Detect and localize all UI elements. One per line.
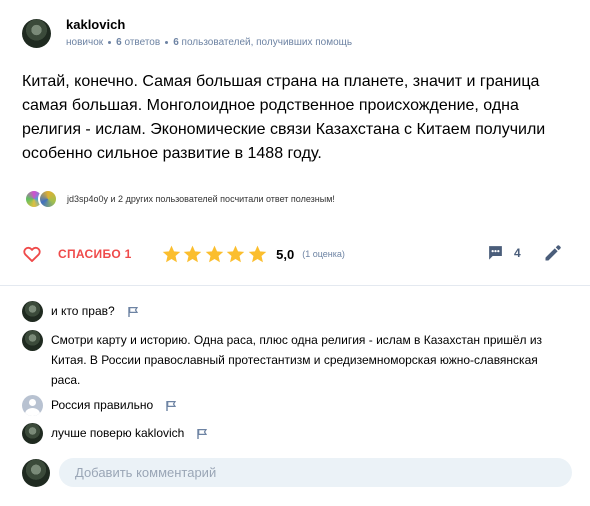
thanked-row: jd3sp4o0y и 2 других пользователей посчи… (24, 189, 335, 209)
author-rank: новичок (66, 37, 104, 48)
pencil-icon[interactable] (543, 243, 563, 263)
author-meta: kaklovich новичок 6 ответов 6 пользователе… (66, 17, 352, 50)
comment-body: Россия правильно (51, 395, 177, 415)
rating-stars[interactable] (161, 244, 269, 265)
author-avatar[interactable] (22, 19, 51, 48)
rating-count: (1 оценка) (302, 249, 345, 259)
thanks-button[interactable]: СПАСИБО 1 (22, 244, 132, 264)
thanks-label: СПАСИБО 1 (58, 247, 132, 261)
comment-item: лучше поверю kaklovich (22, 423, 208, 444)
heart-icon (23, 246, 41, 262)
current-user-avatar (22, 458, 50, 487)
separator-dot (108, 40, 112, 44)
helped-count: 6 (173, 37, 179, 48)
comment-text: Смотри карту и историю. Одна раса, плюс … (51, 333, 543, 387)
comment-text: Россия правильно (51, 398, 154, 412)
star-icon[interactable] (225, 244, 246, 265)
answer-text: Китай, конечно. Самая большая страна на … (22, 73, 546, 162)
comment-text: и кто прав? (51, 304, 115, 318)
comment-item: Смотри карту и историю. Одна раса, плюс … (22, 330, 561, 390)
answer-header: kaklovich новичок 6 ответов 6 пользователе… (22, 17, 352, 50)
comments-button[interactable]: 4 (487, 244, 521, 261)
separator-dot (165, 40, 169, 44)
comment-item: Россия правильно (22, 395, 177, 416)
section-divider (0, 285, 590, 286)
answers-count: 6 (116, 37, 122, 48)
commenter-avatar[interactable] (22, 330, 43, 351)
star-icon[interactable] (161, 244, 182, 265)
default-avatar-icon[interactable] (22, 395, 43, 416)
flag-icon[interactable] (165, 400, 177, 412)
add-comment-row (22, 458, 572, 487)
comment-bubble-icon (489, 246, 502, 260)
helped-text: пользователей, получивших помощь (181, 37, 353, 48)
star-icon[interactable] (247, 244, 268, 265)
comment-body: лучше поверю kaklovich (51, 423, 208, 443)
author-name[interactable]: kaklovich (66, 17, 352, 33)
comments-count: 4 (514, 245, 521, 260)
flag-icon[interactable] (196, 428, 208, 440)
comment-body: и кто прав? (51, 301, 139, 321)
thanker-avatar (38, 189, 58, 209)
commenter-avatar[interactable] (22, 301, 43, 322)
answers-word: ответов (124, 37, 161, 48)
comment-text: лучше поверю kaklovich (51, 426, 185, 440)
star-icon[interactable] (204, 244, 225, 265)
flag-icon[interactable] (127, 306, 139, 318)
answer-actions: СПАСИБО 1 5,0 (1 оценка) 4 (22, 240, 568, 268)
comment-item: и кто прав? (22, 301, 139, 322)
author-stats: новичок 6 ответов 6 пользователей, получив… (66, 36, 352, 50)
thanked-text: jd3sp4o0y и 2 других пользователей посчи… (67, 194, 335, 204)
commenter-avatar[interactable] (22, 423, 43, 444)
add-comment-input[interactable] (59, 458, 572, 487)
rating-value: 5,0 (276, 246, 295, 262)
star-icon[interactable] (182, 244, 203, 265)
